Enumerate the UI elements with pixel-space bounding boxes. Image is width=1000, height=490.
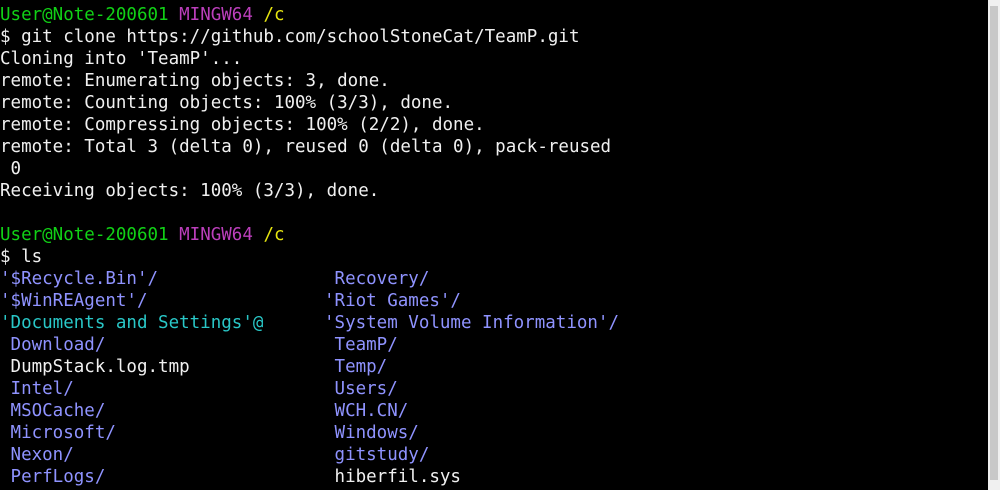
ls-entry-right: WCH.CN/ (324, 401, 409, 421)
ls-entry-left: DumpStack.log.tmp (0, 357, 190, 377)
ls-entry-left: Download/ (0, 335, 106, 355)
prompt-shell: MINGW64 (179, 225, 253, 245)
output-line: Cloning into 'TeamP'... (0, 49, 243, 69)
prompt-cwd: /c (263, 225, 285, 245)
ls-entry-right: hiberfil.sys (324, 467, 461, 487)
ls-entry-left: 'Documents and Settings'@ (0, 313, 264, 333)
scrollbar-thumb[interactable] (990, 6, 998, 480)
ls-entry-left: Nexon/ (0, 445, 74, 465)
ls-entry-right: 'Riot Games'/ (324, 291, 461, 311)
ls-entry-right: Recovery/ (324, 269, 430, 289)
prompt-line: User@Note-200601 MINGW64 /c (0, 224, 988, 246)
prompt-shell: MINGW64 (179, 5, 253, 25)
vertical-scrollbar[interactable] (988, 0, 1000, 490)
ls-entry-right: TeamP/ (324, 335, 398, 355)
prompt-user-host: User@Note-200601 (0, 225, 169, 245)
terminal-window[interactable]: User@Note-200601 MINGW64 /c $ git clone … (0, 4, 988, 490)
output-line: Receiving objects: 100% (3/3), done. (0, 181, 380, 201)
ls-entry-right: gitstudy/ (324, 445, 430, 465)
ls-entry-right: Users/ (324, 379, 398, 399)
command-line: $ git clone https://github.com/schoolSto… (0, 27, 580, 47)
ls-entry-right: 'System Volume Information'/ (324, 313, 620, 333)
ls-entry-left: Microsoft/ (0, 423, 116, 443)
prompt-cwd: /c (263, 5, 285, 25)
output-line: remote: Counting objects: 100% (3/3), do… (0, 93, 454, 113)
output-line: remote: Compressing objects: 100% (2/2),… (0, 115, 485, 135)
command-line: $ ls (0, 247, 43, 267)
output-line: 0 (0, 159, 22, 179)
ls-listing: '$Recycle.Bin'/ Recovery/'$WinREAgent'/'… (0, 268, 988, 490)
ls-entry-left: MSOCache/ (0, 401, 106, 421)
ls-entry-right: Temp/ (324, 357, 388, 377)
ls-entry-left: '$WinREAgent'/ (0, 291, 148, 311)
ls-entry-right: Windows/ (324, 423, 419, 443)
output-line: remote: Total 3 (delta 0), reused 0 (del… (0, 137, 612, 157)
ls-entry-left: '$Recycle.Bin'/ (0, 269, 159, 289)
prompt-line: User@Note-200601 MINGW64 /c (0, 4, 988, 26)
output-line: remote: Enumerating objects: 3, done. (0, 71, 390, 91)
ls-entry-left: Intel/ (0, 379, 74, 399)
ls-entry-left: PerfLogs/ (0, 467, 106, 487)
prompt-user-host: User@Note-200601 (0, 5, 169, 25)
